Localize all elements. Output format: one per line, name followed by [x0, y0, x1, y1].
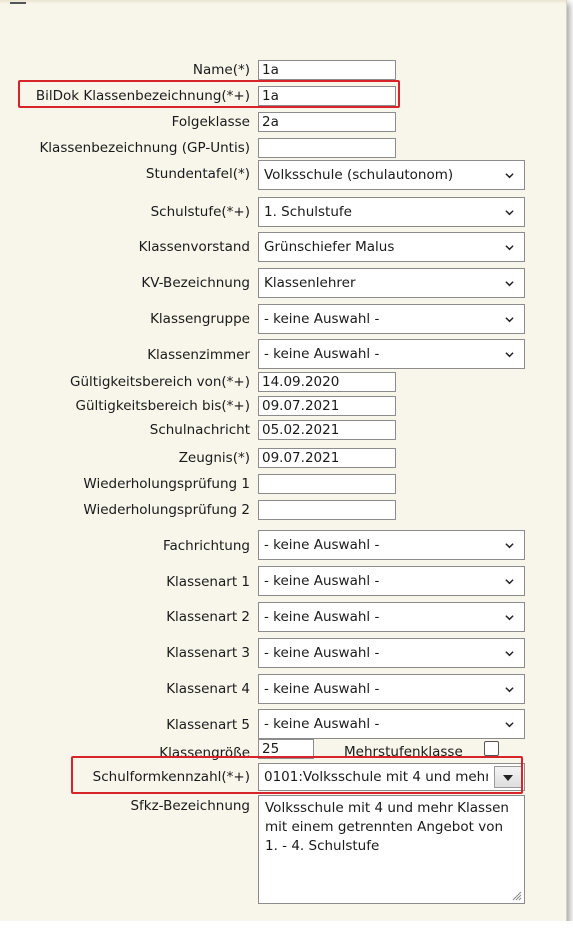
- klassenzimmer-value: - keine Auswahl -: [264, 346, 380, 362]
- chevron-down-icon: [505, 687, 514, 693]
- resize-grip-icon[interactable]: [510, 889, 522, 901]
- klassenart3-label: Klassenart 3: [166, 645, 250, 661]
- klassengruppe-select[interactable]: - keine Auswahl -: [258, 304, 525, 334]
- gueltig-von-input[interactable]: 14.09.2020: [258, 372, 396, 392]
- klassenart1-value: - keine Auswahl -: [264, 573, 380, 589]
- schulstufe-value: 1. Schulstufe: [264, 204, 352, 220]
- top-border: [0, 0, 566, 4]
- gueltig-von-label: Gültigkeitsbereich von(*+): [70, 374, 250, 390]
- zeugnis-input[interactable]: 09.07.2021: [258, 448, 396, 468]
- schulnachricht-label: Schulnachricht: [149, 422, 250, 438]
- fachrichtung-label: Fachrichtung: [162, 538, 250, 554]
- sfkz-bezeichnung-text: Volksschule mit 4 und mehr Klassen mit e…: [265, 800, 509, 854]
- wiederholung2-label: Wiederholungsprüfung 2: [83, 502, 250, 518]
- schulstufe-label: Schulstufe(*+): [150, 204, 250, 220]
- chevron-down-icon: [505, 245, 514, 251]
- folgeklasse-label: Folgeklasse: [171, 114, 250, 130]
- klassenzimmer-select[interactable]: - keine Auswahl -: [258, 339, 525, 369]
- top-dash: [10, 2, 26, 4]
- wiederholung2-input[interactable]: [258, 500, 396, 520]
- name-input[interactable]: 1a: [258, 60, 396, 80]
- chevron-down-icon: [505, 352, 514, 358]
- screenshot-edge: [0, 921, 573, 931]
- klassenart4-select[interactable]: - keine Auswahl -: [258, 674, 525, 704]
- fachrichtung-value: - keine Auswahl -: [264, 537, 380, 553]
- klassenart3-select[interactable]: - keine Auswahl -: [258, 638, 525, 668]
- sfkz-bezeichnung-textarea[interactable]: Volksschule mit 4 und mehr Klassen mit e…: [258, 795, 525, 904]
- mehrstufenklasse-checkbox[interactable]: [484, 741, 499, 756]
- chevron-down-icon: [505, 173, 514, 179]
- gpuntis-label: Klassenbezeichnung (GP-Untis): [39, 140, 250, 156]
- schulstufe-select[interactable]: 1. Schulstufe: [258, 197, 525, 227]
- schulformkennzahl-highlight: [71, 756, 523, 794]
- klassenzimmer-label: Klassenzimmer: [147, 347, 250, 363]
- chevron-down-icon: [505, 543, 514, 549]
- chevron-down-icon: [505, 722, 514, 728]
- folgeklasse-input[interactable]: 2a: [258, 112, 396, 132]
- chevron-down-icon: [505, 210, 514, 216]
- klassenart1-label: Klassenart 1: [166, 574, 250, 590]
- schulnachricht-input[interactable]: 05.02.2021: [258, 420, 396, 440]
- bildok-highlight: [18, 80, 400, 108]
- klassenart2-label: Klassenart 2: [166, 609, 250, 625]
- sfkz-bezeichnung-label: Sfkz-Bezeichnung: [130, 798, 250, 814]
- fachrichtung-select[interactable]: - keine Auswahl -: [258, 530, 525, 560]
- klassenart3-value: - keine Auswahl -: [264, 645, 380, 661]
- chevron-down-icon: [505, 281, 514, 287]
- klassenvorstand-label: Klassenvorstand: [138, 239, 250, 255]
- wiederholung1-input[interactable]: [258, 474, 396, 494]
- wiederholung1-label: Wiederholungsprüfung 1: [83, 476, 250, 492]
- stundentafel-label: Stundentafel(*): [145, 166, 250, 182]
- chevron-down-icon: [505, 317, 514, 323]
- klassenart5-select[interactable]: - keine Auswahl -: [258, 709, 525, 739]
- klassenart5-label: Klassenart 5: [166, 717, 250, 733]
- stundentafel-value: Volksschule (schulautonom): [264, 167, 454, 183]
- klassenart2-value: - keine Auswahl -: [264, 609, 380, 625]
- klassengruppe-label: Klassengruppe: [150, 311, 250, 327]
- zeugnis-label: Zeugnis(*): [178, 450, 250, 466]
- chevron-down-icon: [505, 651, 514, 657]
- klassenart4-label: Klassenart 4: [166, 681, 250, 697]
- klassenart2-select[interactable]: - keine Auswahl -: [258, 602, 525, 632]
- kv-bezeichnung-select[interactable]: Klassenlehrer: [258, 268, 525, 298]
- klassengruppe-value: - keine Auswahl -: [264, 311, 380, 327]
- kv-bezeichnung-label: KV-Bezeichnung: [141, 275, 250, 291]
- kv-bezeichnung-value: Klassenlehrer: [264, 275, 356, 291]
- stundentafel-select[interactable]: Volksschule (schulautonom): [258, 160, 525, 190]
- klassenvorstand-select[interactable]: Grünschiefer Malus: [258, 232, 525, 262]
- gueltig-bis-label: Gültigkeitsbereich bis(*+): [75, 398, 250, 414]
- klassenart4-value: - keine Auswahl -: [264, 681, 380, 697]
- class-edit-form: Name(*) 1a BilDok Klassenbezeichnung(*+)…: [0, 0, 567, 926]
- gpuntis-input[interactable]: [258, 138, 396, 158]
- klassenart5-value: - keine Auswahl -: [264, 716, 380, 732]
- chevron-down-icon: [505, 579, 514, 585]
- chevron-down-icon: [505, 615, 514, 621]
- gueltig-bis-input[interactable]: 09.07.2021: [258, 396, 396, 416]
- klassenart1-select[interactable]: - keine Auswahl -: [258, 566, 525, 596]
- name-label: Name(*): [192, 62, 250, 78]
- klassenvorstand-value: Grünschiefer Malus: [264, 239, 395, 255]
